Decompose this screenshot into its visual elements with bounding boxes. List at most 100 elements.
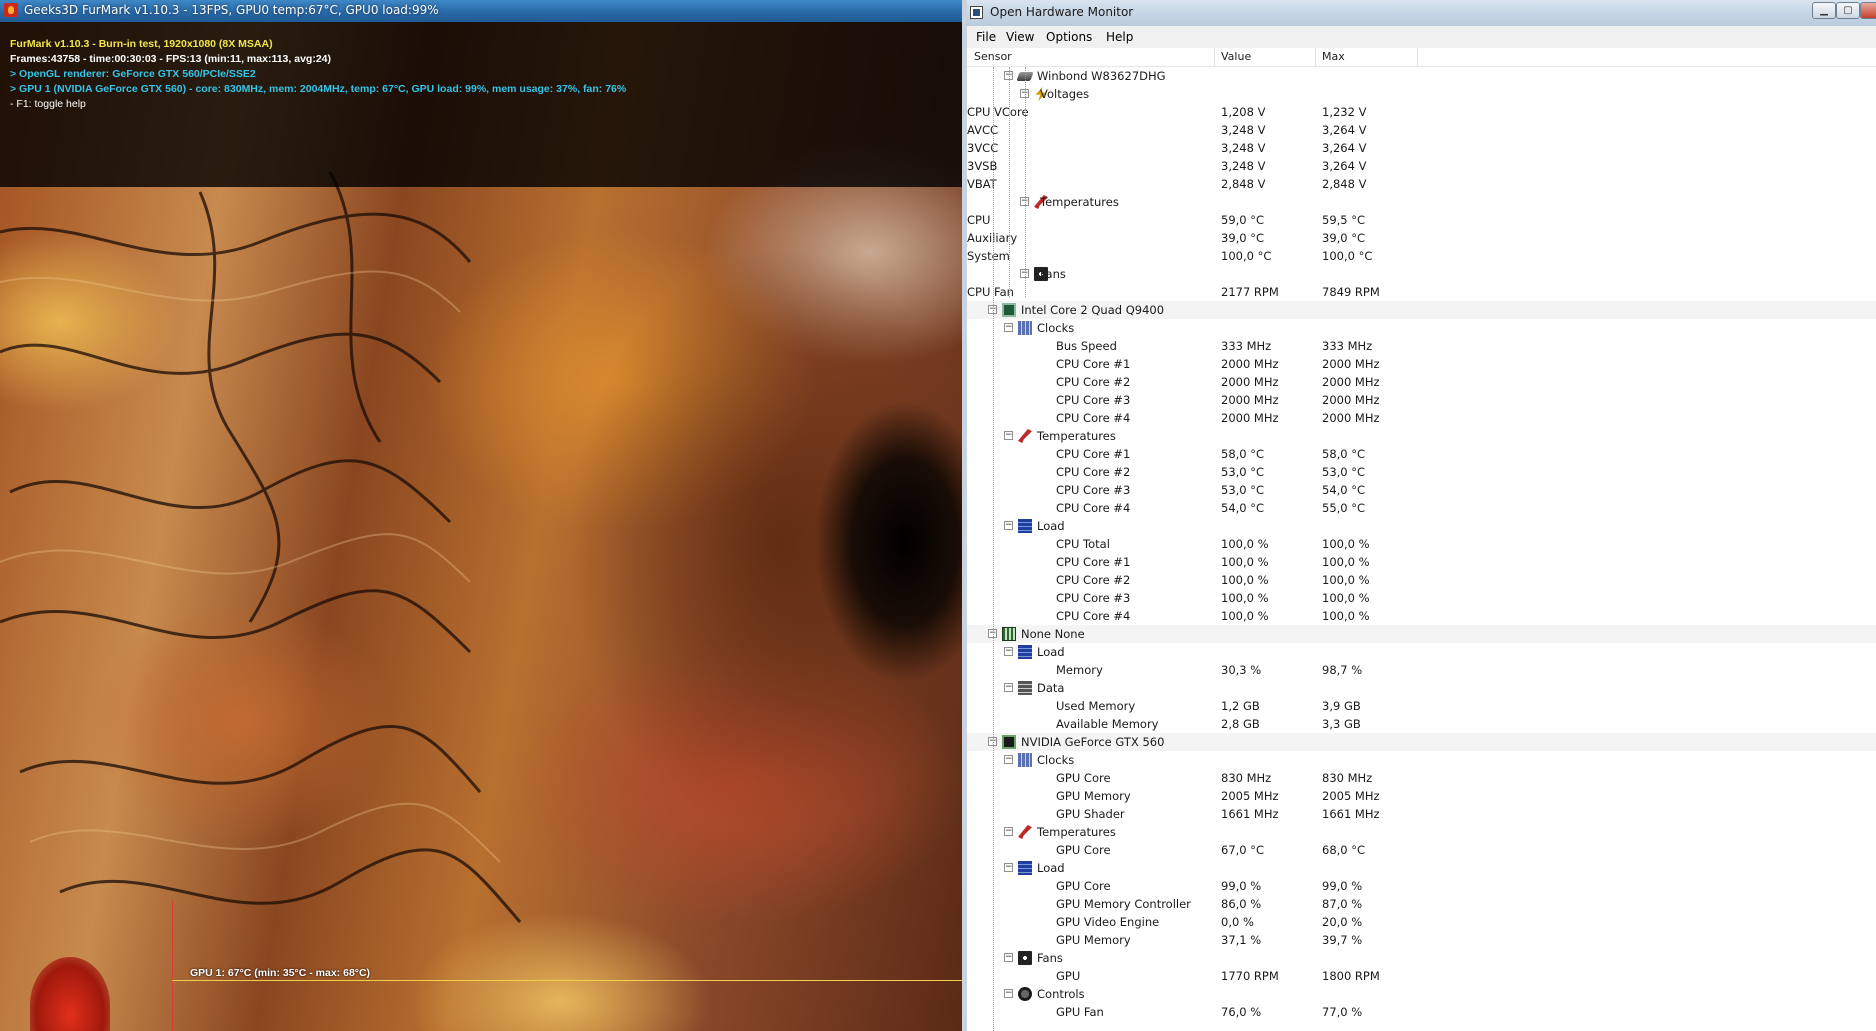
sensor-row[interactable]: CPU Fan 2177 RPM 7849 RPM <box>967 283 1876 301</box>
sensor-max: 68,0 °C <box>1322 843 1366 857</box>
sensor-row[interactable]: CPU Core #3 53,0 °C 54,0 °C <box>967 481 1876 499</box>
collapse-toggle-icon[interactable]: − <box>1004 755 1013 764</box>
sensor-label: GPU Memory <box>1056 933 1131 947</box>
tree-node-row[interactable]: − Temperatures <box>967 427 1876 445</box>
tree-node-row[interactable]: − Winbond W83627DHG <box>967 67 1876 85</box>
sensor-row[interactable]: AVCC 3,248 V 3,264 V <box>967 121 1876 139</box>
sensor-row[interactable]: CPU Core #1 100,0 % 100,0 % <box>967 553 1876 571</box>
tree-node-row[interactable]: − Temperatures <box>967 193 1876 211</box>
collapse-toggle-icon[interactable]: − <box>1004 521 1013 530</box>
tree-node-row[interactable]: − NVIDIA GeForce GTX 560 <box>967 733 1876 751</box>
ohm-titlebar[interactable]: Open Hardware Monitor ▁ ▢ ✕ <box>962 0 1876 26</box>
sensor-row[interactable]: GPU Core 67,0 °C 68,0 °C <box>967 841 1876 859</box>
menu-file[interactable]: File <box>976 30 996 44</box>
sensor-row[interactable]: CPU Total 100,0 % 100,0 % <box>967 535 1876 553</box>
sensor-tree[interactable]: − Winbond W83627DHG − Voltages CPU VCore 1,20… <box>967 67 1876 1031</box>
sensor-row[interactable]: CPU Core #3 100,0 % 100,0 % <box>967 589 1876 607</box>
tree-node-row[interactable]: − Data <box>967 679 1876 697</box>
sensor-row[interactable]: CPU Core #1 58,0 °C 58,0 °C <box>967 445 1876 463</box>
collapse-toggle-icon[interactable]: − <box>1004 683 1013 692</box>
tree-node-row[interactable]: − None None <box>967 625 1876 643</box>
furmark-app-icon[interactable] <box>4 3 18 17</box>
collapse-toggle-icon[interactable]: − <box>1004 863 1013 872</box>
temperature-graph: GPU 1: 67°C (min: 35°C - max: 68°C) <box>172 900 962 1031</box>
sensor-row[interactable]: CPU 59,0 °C 59,5 °C <box>967 211 1876 229</box>
collapse-toggle-icon[interactable]: − <box>1004 989 1013 998</box>
sensor-row[interactable]: System 100,0 °C 100,0 °C <box>967 247 1876 265</box>
close-button[interactable]: ✕ <box>1860 2 1876 19</box>
collapse-toggle-icon[interactable]: − <box>1004 953 1013 962</box>
sensor-row[interactable]: GPU Video Engine 0,0 % 20,0 % <box>967 913 1876 931</box>
sensor-row[interactable]: GPU Memory 2005 MHz 2005 MHz <box>967 787 1876 805</box>
tree-node-row[interactable]: − Fans <box>967 265 1876 283</box>
graph-temperature-line <box>172 980 962 981</box>
sensor-row[interactable]: Available Memory 2,8 GB 3,3 GB <box>967 715 1876 733</box>
column-header-max[interactable]: Max <box>1322 50 1345 63</box>
sensor-value: 2000 MHz <box>1221 357 1279 371</box>
tree-node-row[interactable]: − Clocks <box>967 751 1876 769</box>
tree-node-row[interactable]: − Voltages <box>967 85 1876 103</box>
sensor-row[interactable]: CPU Core #1 2000 MHz 2000 MHz <box>967 355 1876 373</box>
column-header-sensor[interactable]: Sensor <box>974 50 1012 63</box>
sensor-row[interactable]: CPU Core #2 100,0 % 100,0 % <box>967 571 1876 589</box>
sensor-row[interactable]: GPU Core 830 MHz 830 MHz <box>967 769 1876 787</box>
collapse-toggle-icon[interactable]: − <box>1004 431 1013 440</box>
tree-node-row[interactable]: − Clocks <box>967 319 1876 337</box>
sensor-label: GPU Fan <box>1056 1005 1104 1019</box>
menu-help[interactable]: Help <box>1106 30 1133 44</box>
furmark-titlebar[interactable]: Geeks3D FurMark v1.10.3 - 13FPS, GPU0 te… <box>0 0 962 22</box>
sensor-label: Available Memory <box>1056 717 1159 731</box>
sensor-row[interactable]: Bus Speed 333 MHz 333 MHz <box>967 337 1876 355</box>
minimize-button[interactable]: ▁ <box>1812 2 1836 19</box>
tree-node-row[interactable]: − Load <box>967 859 1876 877</box>
sensor-value: 1,208 V <box>1221 105 1266 119</box>
sensor-row[interactable]: GPU Fan 76,0 % 77,0 % <box>967 1003 1876 1021</box>
collapse-toggle-icon[interactable]: − <box>1004 647 1013 656</box>
sensor-row[interactable]: CPU Core #4 2000 MHz 2000 MHz <box>967 409 1876 427</box>
sensor-row[interactable]: GPU Memory Controller 86,0 % 87,0 % <box>967 895 1876 913</box>
sensor-label: None None <box>1021 627 1085 641</box>
sensor-row[interactable]: GPU 1770 RPM 1800 RPM <box>967 967 1876 985</box>
maximize-button[interactable]: ▢ <box>1836 2 1860 19</box>
furmark-window[interactable]: Geeks3D FurMark v1.10.3 - 13FPS, GPU0 te… <box>0 0 962 1031</box>
tree-node-row[interactable]: − Fans <box>967 949 1876 967</box>
sensor-row[interactable]: GPU Core 99,0 % 99,0 % <box>967 877 1876 895</box>
sensor-row[interactable]: Used Memory 1,2 GB 3,9 GB <box>967 697 1876 715</box>
sensor-value: 1,2 GB <box>1221 699 1260 713</box>
sensor-max: 2000 MHz <box>1322 411 1380 425</box>
tree-node-row[interactable]: − Load <box>967 517 1876 535</box>
ohm-window[interactable]: Open Hardware Monitor ▁ ▢ ✕ File View Op… <box>962 0 1876 1031</box>
menu-options[interactable]: Options <box>1046 30 1092 44</box>
sensor-row[interactable]: 3VSB 3,248 V 3,264 V <box>967 157 1876 175</box>
column-divider[interactable] <box>1214 48 1215 66</box>
ohm-app-icon[interactable] <box>970 6 983 19</box>
tree-node-row[interactable]: − Intel Core 2 Quad Q9400 <box>967 301 1876 319</box>
load-icon <box>1018 861 1032 875</box>
graph-label: GPU 1: 67°C (min: 35°C - max: 68°C) <box>190 967 371 979</box>
tree-node-row[interactable]: − Load <box>967 643 1876 661</box>
tree-node-row[interactable]: − Temperatures <box>967 823 1876 841</box>
sensor-label: CPU Core #3 <box>1056 393 1131 407</box>
sensor-value: 53,0 °C <box>1221 483 1265 497</box>
sensor-row[interactable]: CPU VCore 1,208 V 1,232 V <box>967 103 1876 121</box>
tree-node-row[interactable]: − Controls <box>967 985 1876 1003</box>
tree-connector-line <box>1009 67 1010 297</box>
sensor-row[interactable]: CPU Core #2 53,0 °C 53,0 °C <box>967 463 1876 481</box>
collapse-toggle-icon[interactable]: − <box>1004 323 1013 332</box>
menu-view[interactable]: View <box>1006 30 1034 44</box>
sensor-row[interactable]: CPU Core #4 100,0 % 100,0 % <box>967 607 1876 625</box>
sensor-row[interactable]: VBAT 2,848 V 2,848 V <box>967 175 1876 193</box>
sensor-row[interactable]: CPU Core #2 2000 MHz 2000 MHz <box>967 373 1876 391</box>
column-header-value[interactable]: Value <box>1221 50 1251 63</box>
collapse-toggle-icon[interactable]: − <box>1004 827 1013 836</box>
column-divider[interactable] <box>1417 48 1418 66</box>
sensor-row[interactable]: GPU Shader 1661 MHz 1661 MHz <box>967 805 1876 823</box>
sensor-row[interactable]: CPU Core #4 54,0 °C 55,0 °C <box>967 499 1876 517</box>
sensor-row[interactable]: Auxiliary 39,0 °C 39,0 °C <box>967 229 1876 247</box>
sensor-label: CPU Total <box>1056 537 1110 551</box>
column-divider[interactable] <box>1315 48 1316 66</box>
sensor-row[interactable]: GPU Memory 37,1 % 39,7 % <box>967 931 1876 949</box>
sensor-row[interactable]: 3VCC 3,248 V 3,264 V <box>967 139 1876 157</box>
sensor-row[interactable]: CPU Core #3 2000 MHz 2000 MHz <box>967 391 1876 409</box>
sensor-row[interactable]: Memory 30,3 % 98,7 % <box>967 661 1876 679</box>
